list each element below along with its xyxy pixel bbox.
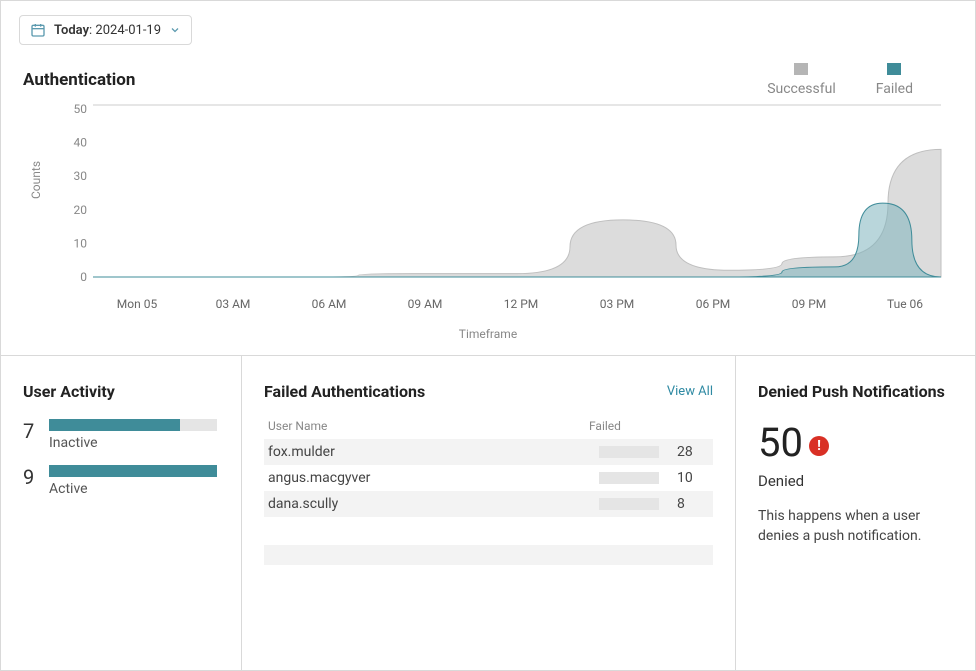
user-activity-bar: [49, 465, 217, 477]
failed-auth-table-header: User Name Failed: [264, 419, 713, 439]
user-activity-value: 7: [23, 419, 39, 443]
fail-count: 8: [669, 496, 709, 512]
user-activity-label: Inactive: [49, 435, 219, 451]
failed-auth-panel: Failed Authentications View All User Nam…: [241, 356, 735, 670]
denied-description: This happens when a user denies a push n…: [758, 506, 953, 547]
fail-count: 28: [669, 444, 709, 460]
col-failed: Failed: [589, 419, 709, 433]
user-activity-title: User Activity: [23, 382, 219, 401]
chart-x-ticks: Mon 0503 AM06 AM09 AM12 PM03 PM06 PM09 P…: [89, 297, 953, 311]
fail-bar: [599, 446, 669, 458]
svg-text:0: 0: [80, 270, 87, 284]
username-cell: angus.macgyver: [268, 470, 599, 486]
authentication-section: Authentication Successful Failed Counts …: [1, 55, 975, 356]
username-cell: dana.scully: [268, 496, 599, 512]
alert-icon: !: [809, 436, 829, 456]
auth-chart-svg: 0 10 20 30 40 50: [65, 99, 945, 295]
user-activity-label: Active: [49, 481, 219, 497]
x-tick: 03 PM: [569, 297, 665, 311]
table-row[interactable]: fox.mulder 28: [264, 439, 713, 465]
date-label: Today: 2024-01-19: [54, 23, 161, 38]
auth-title: Authentication: [23, 70, 135, 90]
denied-push-panel: Denied Push Notifications 50 ! Denied Th…: [735, 356, 975, 670]
fail-bar: [599, 472, 669, 484]
chart-legend: Successful Failed: [767, 63, 913, 97]
svg-text:50: 50: [74, 102, 88, 116]
user-activity-value: 9: [23, 465, 39, 489]
denied-label: Denied: [758, 472, 953, 490]
username-cell: fox.mulder: [268, 444, 599, 460]
failed-auth-empty-row: [264, 545, 713, 565]
svg-text:20: 20: [74, 203, 88, 217]
panels-row: User Activity 7 Inactive 9 Active: [1, 356, 975, 670]
user-activity-panel: User Activity 7 Inactive 9 Active: [1, 356, 241, 670]
chart-x-axis-label: Timeframe: [23, 327, 953, 341]
x-tick: 09 PM: [761, 297, 857, 311]
fail-count: 10: [669, 470, 709, 486]
view-all-link[interactable]: View All: [667, 384, 713, 399]
col-username: User Name: [268, 419, 589, 433]
user-activity-bar: [49, 419, 217, 431]
auth-chart: Counts 0 10 20 30 40 50 Mon 0503 AM06 AM09 AM…: [23, 99, 953, 349]
denied-count: 50: [758, 419, 803, 466]
date-range-selector[interactable]: Today: 2024-01-19: [19, 15, 192, 45]
svg-text:30: 30: [74, 169, 88, 183]
x-tick: 06 PM: [665, 297, 761, 311]
chart-y-axis-label: Counts: [29, 161, 43, 199]
user-activity-row: 9 Active: [23, 465, 219, 497]
svg-text:40: 40: [74, 136, 88, 150]
user-activity-row: 7 Inactive: [23, 419, 219, 451]
legend-swatch-successful: [794, 63, 808, 75]
auth-header: Authentication Successful Failed: [23, 63, 953, 97]
legend-successful[interactable]: Successful: [767, 63, 836, 97]
x-tick: Tue 06: [857, 297, 953, 311]
legend-swatch-failed: [887, 63, 901, 75]
x-tick: Mon 05: [89, 297, 185, 311]
svg-text:10: 10: [74, 236, 88, 250]
x-tick: 06 AM: [281, 297, 377, 311]
fail-bar: [599, 498, 669, 510]
calendar-icon: [30, 22, 46, 38]
x-tick: 09 AM: [377, 297, 473, 311]
x-tick: 12 PM: [473, 297, 569, 311]
date-bar: Today: 2024-01-19: [1, 1, 975, 55]
failed-auth-title: Failed Authentications: [264, 382, 425, 401]
chevron-down-icon: [169, 24, 181, 36]
denied-title: Denied Push Notifications: [758, 382, 953, 401]
table-row[interactable]: dana.scully 8: [264, 491, 713, 517]
table-row[interactable]: angus.macgyver 10: [264, 465, 713, 491]
failed-auth-table: User Name Failed fox.mulder 28 angus.mac…: [264, 419, 713, 565]
x-tick: 03 AM: [185, 297, 281, 311]
dashboard-root: Today: 2024-01-19 Authentication Success…: [0, 0, 976, 671]
legend-failed[interactable]: Failed: [876, 63, 913, 97]
denied-value-row: 50 !: [758, 419, 953, 466]
